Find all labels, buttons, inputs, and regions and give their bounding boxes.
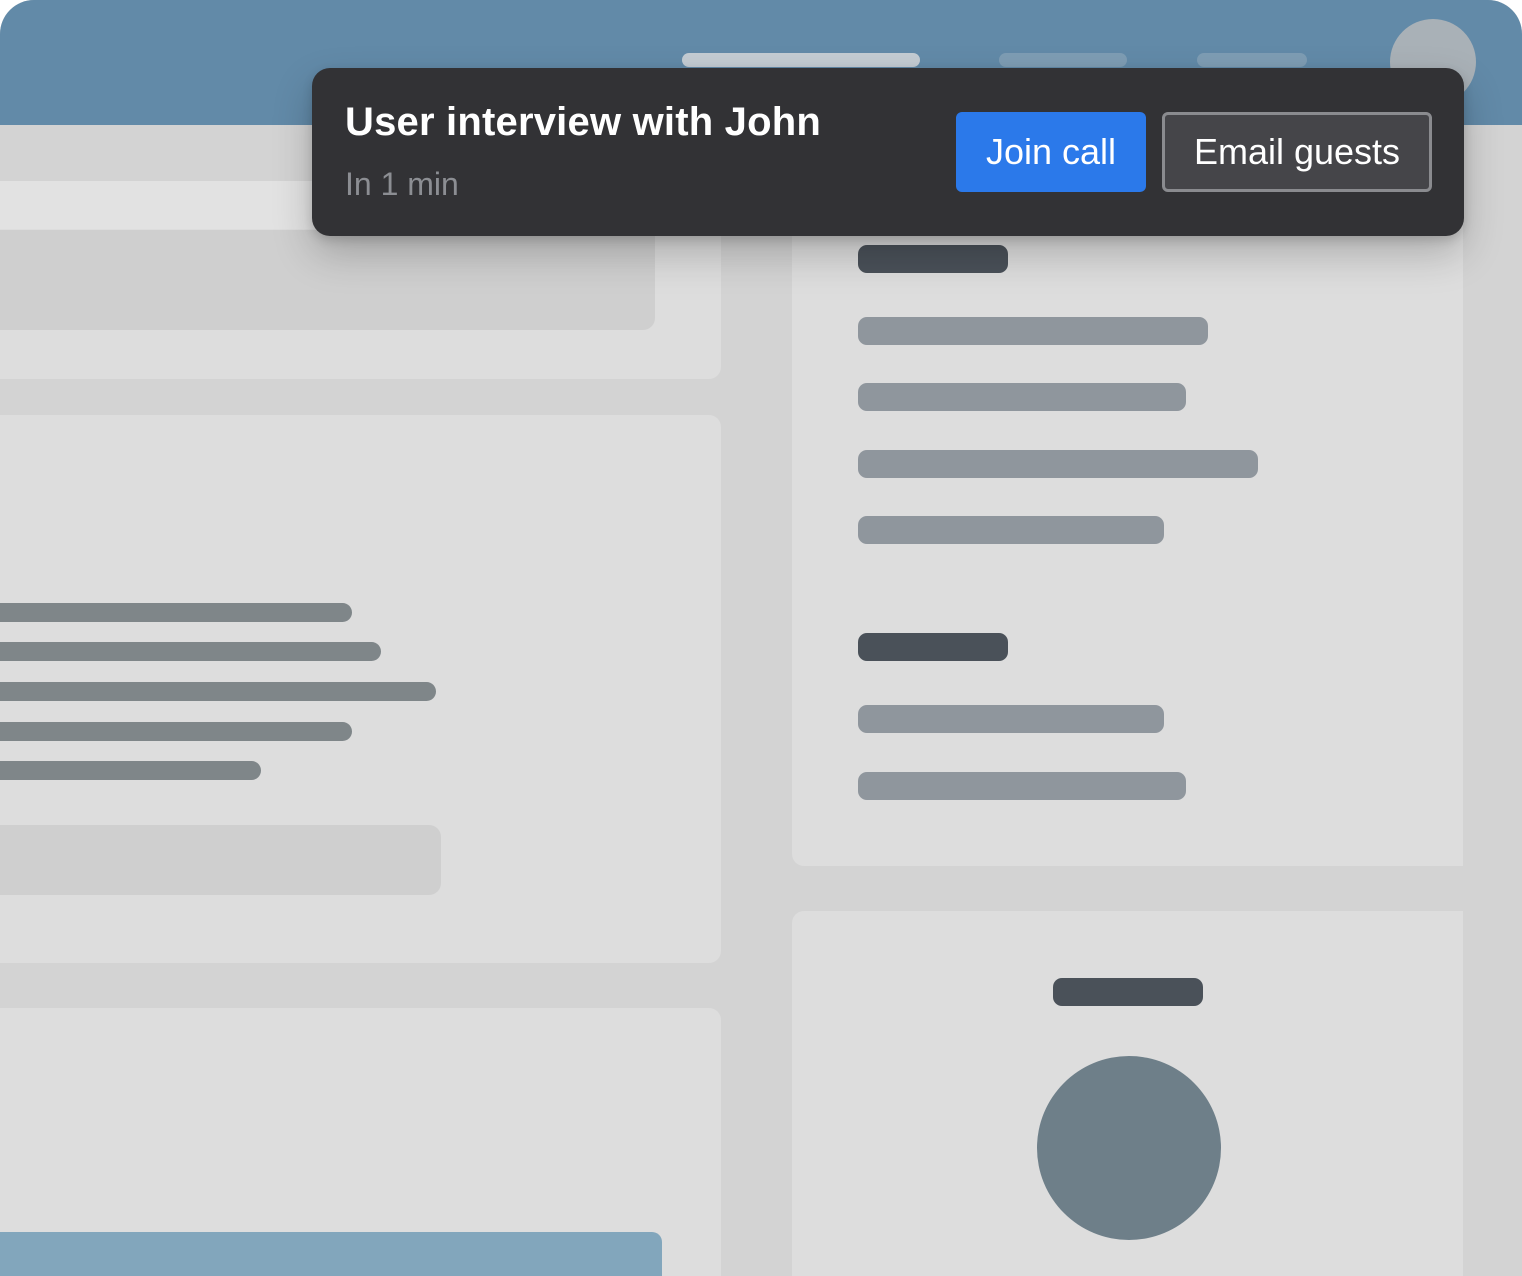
text-line-placeholder bbox=[0, 682, 436, 701]
join-call-button[interactable]: Join call bbox=[956, 112, 1146, 192]
nav-item[interactable] bbox=[999, 53, 1127, 67]
content-card bbox=[0, 1008, 721, 1276]
profile-avatar-icon bbox=[1037, 1056, 1221, 1240]
text-line-placeholder bbox=[0, 603, 352, 622]
text-line-placeholder bbox=[858, 516, 1164, 544]
app-window: User interview with John In 1 min Join c… bbox=[0, 0, 1522, 1276]
profile-name-placeholder bbox=[1053, 978, 1203, 1006]
email-guests-button[interactable]: Email guests bbox=[1162, 112, 1432, 192]
nav-item[interactable] bbox=[1197, 53, 1307, 67]
profile-card bbox=[792, 911, 1463, 1276]
notification-time: In 1 min bbox=[345, 166, 459, 202]
content-card bbox=[0, 415, 721, 963]
card-header-band bbox=[0, 181, 320, 229]
input-placeholder bbox=[0, 825, 441, 895]
text-line-placeholder bbox=[0, 722, 352, 741]
text-line-placeholder bbox=[858, 450, 1258, 478]
section-heading-placeholder bbox=[858, 245, 1008, 273]
nav-item-active[interactable] bbox=[682, 53, 920, 67]
text-line-placeholder bbox=[858, 705, 1164, 733]
text-line-placeholder bbox=[858, 317, 1208, 345]
meeting-notification-toast: User interview with John In 1 min Join c… bbox=[312, 68, 1464, 236]
section-heading-placeholder bbox=[858, 633, 1008, 661]
detail-card bbox=[792, 200, 1463, 866]
content-placeholder bbox=[0, 230, 655, 330]
text-line-placeholder bbox=[858, 383, 1186, 411]
text-line-placeholder bbox=[858, 772, 1186, 800]
notification-title: User interview with John bbox=[345, 100, 822, 144]
text-line-placeholder bbox=[0, 761, 261, 780]
action-strip[interactable] bbox=[0, 1232, 662, 1276]
text-line-placeholder bbox=[0, 642, 381, 661]
